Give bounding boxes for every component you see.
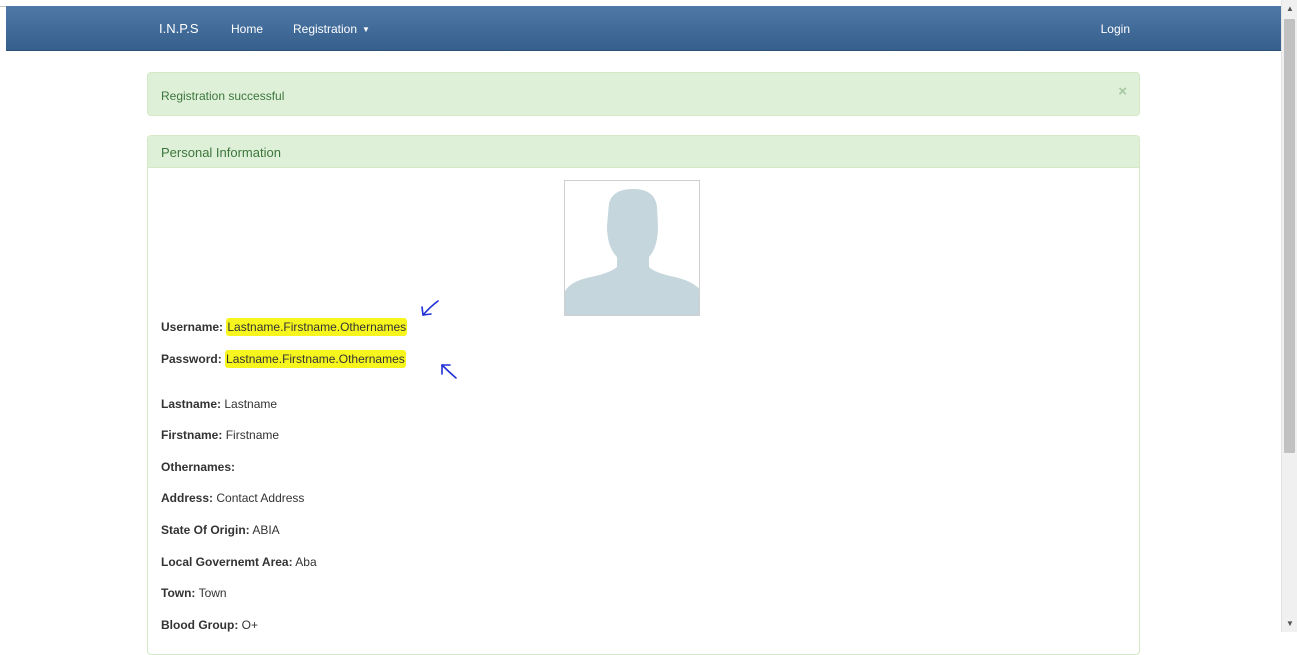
detail-label: Lastname: (161, 397, 222, 411)
detail-row-firstname: Firstname: Firstname (161, 428, 279, 442)
password-value: Lastname.Firstname.Othernames (225, 350, 406, 368)
brand-link[interactable]: I.N.P.S (159, 21, 199, 36)
panel-title: Personal Information (148, 136, 1139, 168)
detail-value: Firstname (225, 428, 280, 442)
detail-label: Address: (161, 491, 214, 505)
detail-row-address: Address: Contact Address (161, 491, 304, 505)
password-row: Password: Lastname.Firstname.Othernames (161, 350, 406, 368)
detail-row-state-of-origin: State Of Origin: ABIA (161, 523, 280, 537)
alert-message: Registration successful (161, 89, 285, 103)
username-row: Username: Lastname.Firstname.Othernames (161, 318, 408, 336)
caret-down-icon: ▼ (362, 25, 370, 34)
personal-information-panel: Personal Information Username: Lastname.… (147, 135, 1140, 655)
detail-label: Town: (161, 586, 196, 600)
password-label: Password: (161, 352, 222, 366)
detail-row-othernames: Othernames: (161, 460, 235, 474)
success-alert: Registration successful × (147, 72, 1140, 116)
annotation-arrow-icon (421, 300, 439, 316)
annotation-arrow-icon (441, 364, 457, 379)
nav-registration-label: Registration (293, 22, 358, 36)
detail-row-town: Town: Town (161, 586, 227, 600)
detail-value: Contact Address (216, 491, 305, 505)
user-silhouette-icon (564, 180, 700, 316)
scroll-down-arrow-icon[interactable]: ▼ (1282, 615, 1297, 632)
detail-label: Firstname: (161, 428, 223, 442)
nav-registration-dropdown[interactable]: Registration ▼ (293, 22, 370, 36)
detail-label: State Of Origin: (161, 523, 250, 537)
nav-login-link[interactable]: Login (1101, 22, 1130, 36)
detail-row-lga: Local Governemt Area: Aba (161, 555, 317, 569)
detail-value: ABIA (252, 523, 280, 537)
scrollbar-thumb[interactable] (1284, 19, 1295, 453)
username-value: Lastname.Firstname.Othernames (226, 318, 408, 336)
scroll-up-arrow-icon[interactable]: ▲ (1282, 0, 1297, 17)
detail-label: Blood Group: (161, 618, 239, 632)
detail-value: Town (198, 586, 227, 600)
username-label: Username: (161, 320, 224, 334)
nav-home-link[interactable]: Home (231, 22, 263, 36)
close-icon[interactable]: × (1118, 83, 1127, 100)
detail-value: Lastname (224, 397, 278, 411)
detail-value: O+ (241, 618, 259, 632)
navbar: I.N.P.S Home Registration ▼ Login (6, 6, 1281, 51)
detail-label: Othernames: (161, 460, 236, 474)
detail-label: Local Governemt Area: (161, 555, 293, 569)
detail-row-lastname: Lastname: Lastname (161, 397, 277, 411)
detail-row-blood-group: Blood Group: O+ (161, 618, 258, 632)
detail-value: Aba (295, 555, 317, 569)
vertical-scrollbar[interactable]: ▲ ▼ (1281, 0, 1297, 632)
